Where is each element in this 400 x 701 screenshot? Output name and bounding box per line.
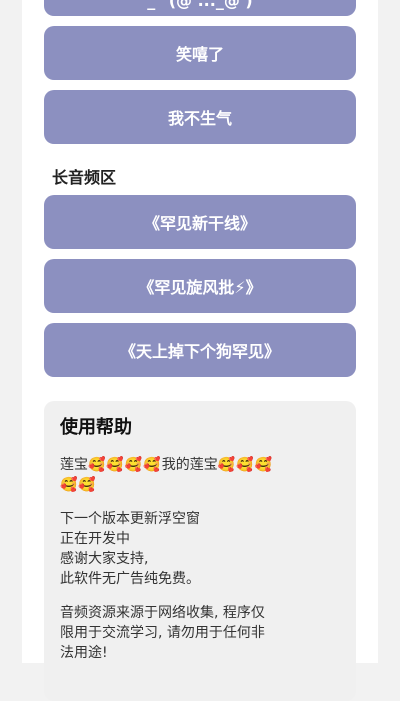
- sound-button-label: 笑嘻了: [175, 45, 224, 64]
- help-emoji-line: 🥰🥰: [60, 475, 340, 495]
- long-audio-label: 《天上掉下个狗罕见》: [119, 342, 280, 361]
- help-greeting-mid: 我的莲宝: [161, 457, 218, 473]
- help-para2-line: 感谢大家支持,: [60, 551, 149, 567]
- long-audio-button-2[interactable]: 《罕见旋风批⚡》: [44, 259, 356, 313]
- sound-button-xiaoxi[interactable]: 笑嘻了: [44, 26, 356, 80]
- long-audio-label: 《罕见新干线》: [143, 214, 256, 233]
- sound-button-top-partial[interactable]: ^_^(@ ..._@ )^: [44, 0, 356, 16]
- page-content: ^_^(@ ..._@ )^ 笑嘻了 我不生气 长音频区 《罕见新干线》 《罕见…: [22, 0, 378, 701]
- help-para2-line: 正在开发中: [60, 531, 130, 547]
- help-para3-line: 音频资源来源于网络收集, 程序仅: [60, 605, 265, 621]
- section-title-long-audio: 长音频区: [52, 168, 117, 187]
- hearts-emoji-icon: 🥰🥰🥰🥰: [88, 457, 162, 473]
- help-card: 使用帮助 莲宝🥰🥰🥰🥰我的莲宝🥰🥰🥰 🥰🥰 下一个版本更新浮空窗 正在开发中 感…: [44, 401, 356, 701]
- sound-button-bushengqi[interactable]: 我不生气: [44, 90, 356, 144]
- help-para3-line: 法用途!: [60, 645, 108, 661]
- sound-button-label: ^_^(@ ..._@ )^: [133, 0, 267, 10]
- help-para2-line: 下一个版本更新浮空窗: [60, 511, 200, 527]
- long-audio-button-1[interactable]: 《罕见新干线》: [44, 195, 356, 249]
- help-para3-line: 限用于交流学习, 请勿用于任何非: [60, 625, 265, 641]
- hearts-emoji-icon: 🥰🥰: [60, 477, 97, 493]
- help-greeting: 莲宝🥰🥰🥰🥰我的莲宝🥰🥰🥰: [60, 455, 340, 475]
- help-para2-line: 此软件无广告纯免费。: [60, 571, 200, 587]
- help-greeting-prefix: 莲宝: [60, 457, 88, 473]
- hearts-emoji-icon: 🥰🥰🥰: [217, 457, 274, 473]
- help-title: 使用帮助: [60, 417, 132, 438]
- long-audio-button-3[interactable]: 《天上掉下个狗罕见》: [44, 323, 356, 377]
- sound-button-label: 我不生气: [167, 109, 232, 128]
- long-audio-label: 《罕见旋风批⚡》: [138, 278, 262, 297]
